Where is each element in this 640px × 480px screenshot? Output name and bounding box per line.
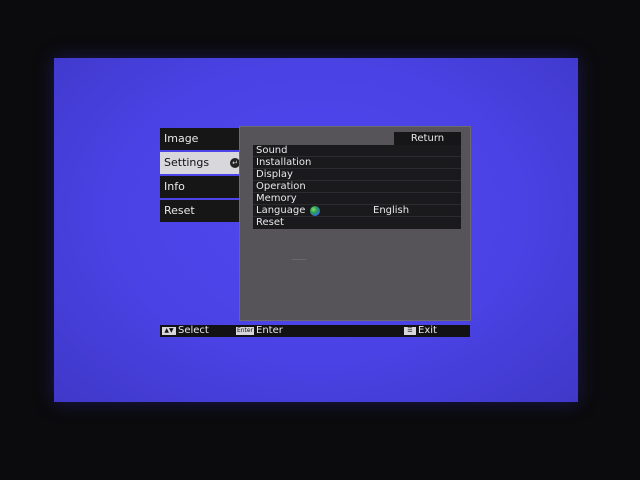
menu-item-label: Operation	[256, 181, 306, 192]
footer-enter-label: Enter	[256, 325, 283, 336]
menu-item-sound[interactable]: Sound	[253, 145, 461, 157]
globe-icon	[310, 206, 320, 216]
menu-item-label: Sound	[256, 145, 288, 156]
menu-item-label: Memory	[256, 193, 297, 204]
tab-info-label: Info	[164, 180, 185, 193]
tab-settings[interactable]: Settings ↵	[160, 152, 244, 174]
tab-image[interactable]: Image	[160, 128, 244, 150]
menu-item-label: Reset	[256, 217, 284, 228]
menu-item-label: Installation	[256, 157, 312, 168]
menu-item-reset[interactable]: Reset	[253, 217, 461, 229]
tab-settings-label: Settings	[164, 156, 210, 169]
panel-divider-mark	[292, 259, 306, 260]
footer-enter-hint: Enter Enter	[236, 325, 283, 337]
tab-reset[interactable]: Reset	[160, 200, 244, 222]
tab-reset-label: Reset	[164, 204, 195, 217]
menu-item-installation[interactable]: Installation	[253, 157, 461, 169]
menu-item-label: Language	[256, 205, 306, 216]
menu-item-label: Display	[256, 169, 293, 180]
menu-item-display[interactable]: Display	[253, 169, 461, 181]
footer-exit-hint: ☰ Exit	[404, 325, 437, 337]
tab-image-label: Image	[164, 132, 199, 145]
settings-item-list: Sound Installation Display Operation Mem…	[253, 145, 461, 229]
tab-info[interactable]: Info	[160, 176, 244, 198]
menu-item-language[interactable]: Language English	[253, 205, 461, 217]
footer-help-bar: ▲▼ Select Enter Enter ☰ Exit	[160, 325, 470, 337]
menu-key-icon: ☰	[404, 327, 416, 335]
language-value: English	[373, 205, 410, 216]
up-down-arrows-icon: ▲▼	[162, 327, 176, 335]
return-button[interactable]: Return	[394, 132, 461, 145]
footer-exit-label: Exit	[418, 325, 437, 336]
footer-select-hint: ▲▼ Select	[162, 325, 209, 337]
enter-key-icon: Enter	[236, 327, 254, 335]
menu-item-memory[interactable]: Memory	[253, 193, 461, 205]
menu-item-operation[interactable]: Operation	[253, 181, 461, 193]
footer-select-label: Select	[178, 325, 209, 336]
